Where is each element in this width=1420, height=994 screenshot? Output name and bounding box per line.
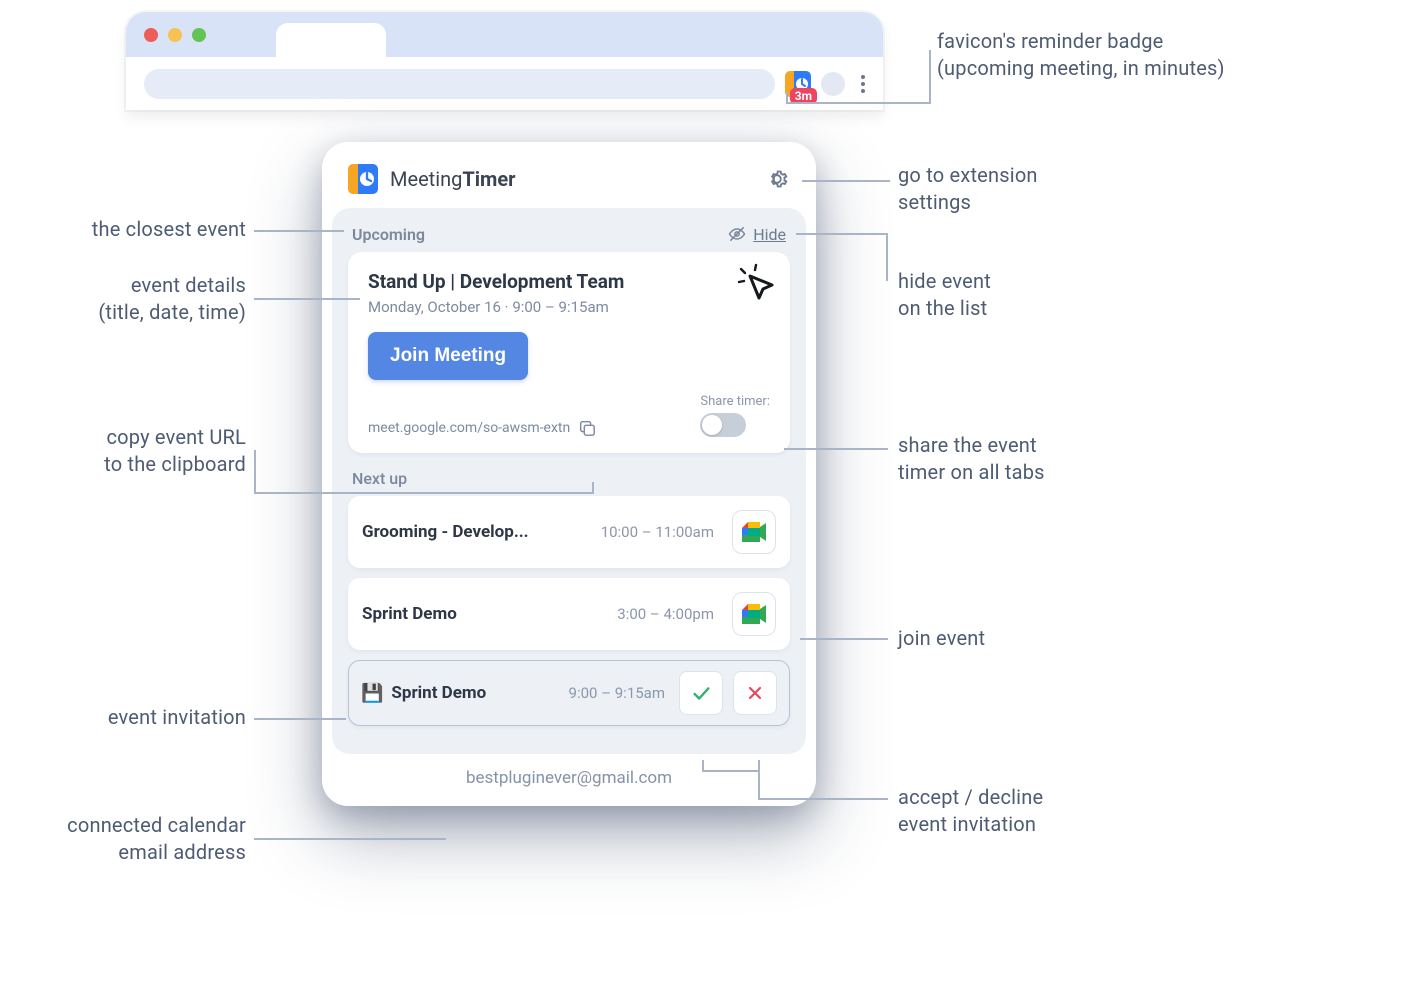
extension-popup: MeetingTimer Upcoming Hide [322, 142, 816, 806]
profile-avatar[interactable] [821, 72, 845, 96]
clock-icon [348, 164, 378, 194]
list-item: Grooming - Develop... 10:00 – 11:00am [348, 496, 790, 568]
event-title: Sprint Demo [362, 604, 457, 624]
event-invitation: 💾 Sprint Demo 9:00 – 9:15am [348, 660, 790, 726]
annotation: hide event on the list [898, 268, 991, 322]
accept-invite-button[interactable] [679, 671, 723, 715]
x-icon [745, 683, 765, 703]
eye-off-icon [727, 224, 747, 244]
annotation: event invitation [72, 704, 246, 731]
hide-event-button[interactable]: Hide [727, 224, 786, 244]
hide-label: Hide [753, 225, 786, 244]
check-icon [690, 682, 712, 704]
google-meet-icon [741, 521, 767, 543]
url-bar[interactable] [144, 69, 775, 99]
app-logo: MeetingTimer [348, 164, 516, 194]
share-timer-toggle[interactable] [700, 413, 746, 437]
share-timer-label: Share timer: [700, 394, 770, 409]
copy-icon[interactable] [578, 419, 596, 437]
event-subtitle: Monday, October 16 · 9:00 – 9:15am [368, 298, 770, 316]
event-title: Stand Up | Development Team [368, 270, 770, 293]
browser-tab[interactable] [276, 23, 386, 57]
save-disk-icon: 💾 [361, 683, 383, 704]
gear-icon [765, 167, 789, 191]
settings-button[interactable] [764, 166, 790, 192]
event-time: 3:00 – 4:00pm [617, 605, 714, 623]
join-event-button[interactable] [732, 510, 776, 554]
annotation: join event [898, 625, 985, 652]
window-minimize-dot[interactable] [168, 28, 182, 42]
event-title: Sprint Demo [391, 683, 486, 703]
event-time: 10:00 – 11:00am [601, 523, 714, 541]
annotation: connected calendar email address [0, 812, 246, 866]
browser-menu-icon[interactable] [855, 71, 871, 97]
annotation: copy event URL to the clipboard [60, 424, 246, 478]
join-event-button[interactable] [732, 592, 776, 636]
list-item: Sprint Demo 3:00 – 4:00pm [348, 578, 790, 650]
window-maximize-dot[interactable] [192, 28, 206, 42]
annotation: favicon's reminder badge (upcoming meeti… [937, 28, 1225, 82]
upcoming-label: Upcoming [352, 225, 425, 244]
annotation: share the event timer on all tabs [898, 432, 1045, 486]
annotation: accept / decline event invitation [898, 784, 1043, 838]
next-up-label: Next up [348, 453, 790, 496]
annotation: the closest event [76, 216, 246, 243]
browser-window: 3m [126, 12, 883, 110]
cursor-click-icon [736, 262, 778, 308]
event-title: Grooming - Develop... [362, 522, 529, 542]
join-meeting-button[interactable]: Join Meeting [368, 332, 528, 380]
window-close-dot[interactable] [144, 28, 158, 42]
extension-favicon[interactable]: 3m [785, 71, 811, 97]
browser-toolbar: 3m [126, 57, 883, 110]
google-meet-icon [741, 603, 767, 625]
event-url: meet.google.com/so-awsm-extn [368, 420, 570, 436]
app-title: MeetingTimer [390, 167, 516, 191]
annotation: go to extension settings [898, 162, 1038, 216]
annotation: event details (title, date, time) [66, 272, 246, 326]
upcoming-event-card: Stand Up | Development Team Monday, Octo… [348, 252, 790, 453]
decline-invite-button[interactable] [733, 671, 777, 715]
browser-tabbar [126, 12, 883, 57]
event-time: 9:00 – 9:15am [569, 684, 665, 702]
